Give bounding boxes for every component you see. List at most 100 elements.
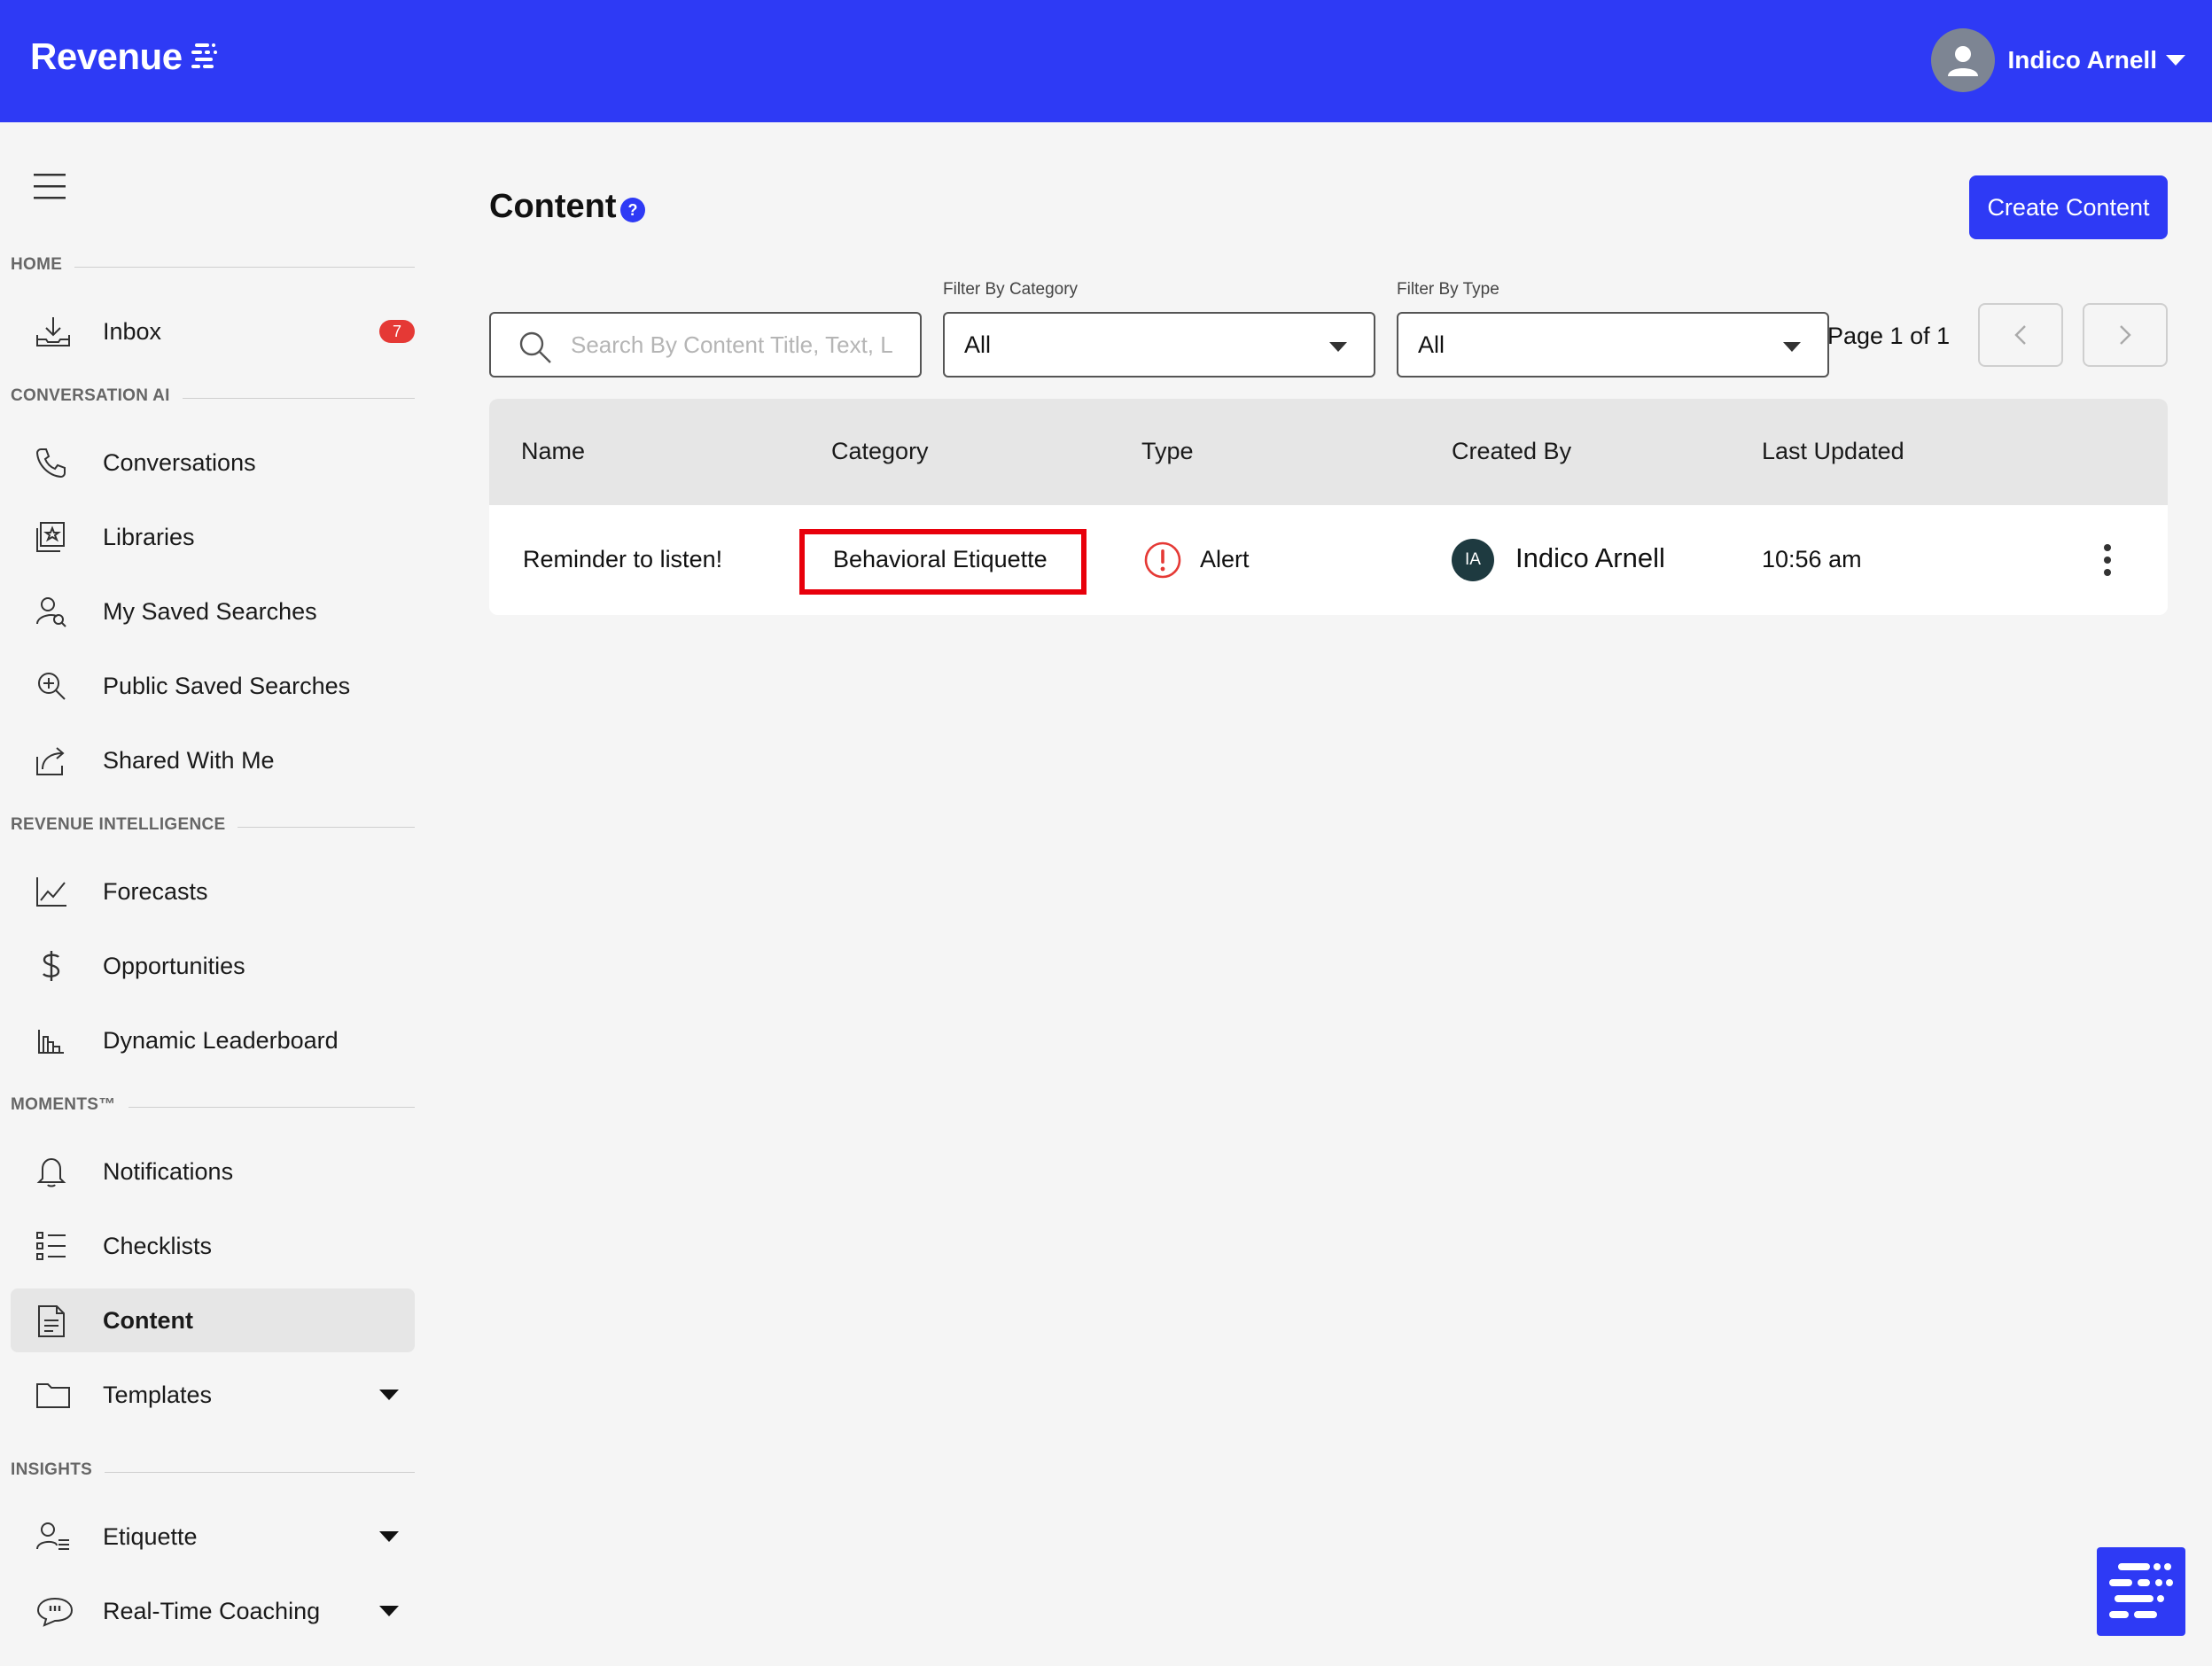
chevron-down-icon[interactable]	[379, 1531, 399, 1542]
help-icon[interactable]: ?	[620, 198, 645, 222]
row-last-updated: 10:56 am	[1762, 546, 1862, 572]
row-type: Alert	[1200, 546, 1250, 572]
sidebar-item-libraries[interactable]: Libraries	[11, 505, 415, 569]
chevron-down-icon	[2166, 55, 2185, 66]
filter-type-value: All	[1418, 331, 1445, 358]
section-revenue-intelligence: REVENUE INTELLIGENCE	[11, 815, 415, 835]
filter-category-label: Filter By Category	[943, 280, 1079, 299]
assistant-launcher-button[interactable]	[2097, 1547, 2185, 1636]
next-page-button[interactable]	[2083, 303, 2168, 367]
brand-name: Revenue	[30, 35, 183, 77]
sidebar-item-label: Real-Time Coaching	[103, 1597, 321, 1624]
sidebar-item-shared-with-me[interactable]: Shared With Me	[11, 728, 415, 792]
more-options-icon[interactable]	[2099, 542, 2116, 578]
sidebar-item-opportunities[interactable]: Opportunities	[11, 934, 415, 998]
chevron-down-icon	[1783, 342, 1801, 352]
sidebar-item-content[interactable]: Content	[11, 1288, 415, 1352]
search-field[interactable]	[489, 312, 922, 378]
dollar-icon	[35, 950, 67, 982]
sidebar-item-label: Libraries	[103, 523, 195, 550]
inbox-icon	[35, 315, 70, 347]
sidebar-item-inbox[interactable]: Inbox 7	[11, 300, 415, 363]
content-table: Name Category Type Created By Last Updat…	[489, 399, 2168, 615]
sidebar-item-public-saved-searches[interactable]: Public Saved Searches	[11, 654, 415, 718]
column-header-last-updated[interactable]: Last Updated	[1762, 438, 1904, 465]
page-title: Content	[489, 188, 617, 225]
chevron-down-icon	[1329, 342, 1347, 352]
filter-type-select[interactable]: All	[1397, 312, 1829, 378]
chevron-down-icon[interactable]	[379, 1606, 399, 1616]
sidebar-item-label: Shared With Me	[103, 746, 275, 774]
sidebar-item-real-time-coaching[interactable]: Real-Time Coaching	[11, 1579, 415, 1643]
row-category: Behavioral Etiquette	[833, 546, 1048, 572]
user-lines-icon	[35, 1521, 69, 1553]
sidebar-item-templates[interactable]: Templates	[11, 1363, 415, 1427]
checklist-icon	[35, 1230, 67, 1262]
creator-avatar: IA	[1452, 539, 1494, 581]
brand-mark-icon	[191, 42, 220, 72]
row-name[interactable]: Reminder to listen!	[523, 546, 722, 573]
section-conversation-ai: CONVERSATION AI	[11, 386, 415, 406]
table-row[interactable]: Reminder to listen! Behavioral Etiquette…	[489, 505, 2168, 615]
search-input[interactable]	[571, 326, 907, 363]
chevron-right-icon	[2119, 324, 2131, 346]
sidebar-item-dynamic-leaderboard[interactable]: Dynamic Leaderboard	[11, 1008, 415, 1072]
line-chart-icon	[35, 876, 67, 907]
section-home: HOME	[11, 255, 415, 275]
document-icon	[35, 1304, 67, 1337]
top-bar: Revenue Indico Arnell	[0, 0, 2212, 122]
sidebar-item-conversations[interactable]: Conversations	[11, 431, 415, 494]
bar-chart-icon	[35, 1024, 67, 1056]
library-icon	[35, 521, 67, 553]
sidebar-item-label: Etiquette	[103, 1522, 198, 1550]
pagination-text: Page 1 of 1	[1827, 323, 1951, 349]
sidebar-item-label: Conversations	[103, 448, 256, 476]
column-header-type[interactable]: Type	[1141, 438, 1194, 465]
chevron-left-icon	[2014, 324, 2027, 346]
sidebar-item-notifications[interactable]: Notifications	[11, 1140, 415, 1203]
sidebar-item-label: Public Saved Searches	[103, 672, 351, 699]
user-menu[interactable]: Indico Arnell	[1931, 28, 2185, 92]
section-moments: MOMENTS™	[11, 1095, 415, 1115]
phone-icon	[35, 447, 67, 479]
sidebar-item-my-saved-searches[interactable]: My Saved Searches	[11, 580, 415, 643]
sidebar-item-etiquette[interactable]: Etiquette	[11, 1505, 415, 1569]
sidebar-item-checklists[interactable]: Checklists	[11, 1214, 415, 1278]
share-icon	[35, 744, 67, 776]
sidebar-item-label: Dynamic Leaderboard	[103, 1026, 339, 1054]
filter-category-value: All	[964, 331, 992, 358]
sidebar-item-label: Content	[103, 1306, 193, 1334]
sidebar-item-label: Forecasts	[103, 877, 208, 905]
sidebar-item-label: Inbox	[103, 317, 162, 345]
svg-text:?: ?	[628, 201, 638, 219]
column-header-created-by[interactable]: Created By	[1452, 438, 1571, 465]
filter-category-select[interactable]: All	[943, 312, 1375, 378]
sidebar: HOME Inbox 7 CONVERSATION AI Conversatio…	[0, 122, 425, 1666]
sidebar-item-label: Notifications	[103, 1157, 234, 1185]
sidebar-item-forecasts[interactable]: Forecasts	[11, 860, 415, 923]
sidebar-item-label: My Saved Searches	[103, 597, 317, 625]
folder-icon	[35, 1379, 70, 1411]
sidebar-item-label: Checklists	[103, 1232, 213, 1259]
brand-mark-icon	[2107, 1560, 2175, 1623]
table-header: Name Category Type Created By Last Updat…	[489, 399, 2168, 505]
zoom-plus-icon	[35, 670, 67, 702]
user-avatar-icon	[1931, 28, 1996, 92]
alert-icon	[1143, 541, 1182, 580]
row-created-by: Indico Arnell	[1515, 542, 1665, 573]
user-name: Indico Arnell	[2007, 46, 2157, 74]
user-search-icon	[35, 596, 67, 627]
column-header-name[interactable]: Name	[521, 438, 585, 465]
inbox-count-badge: 7	[379, 320, 415, 343]
chat-bubble-icon	[35, 1595, 74, 1627]
previous-page-button[interactable]	[1978, 303, 2063, 367]
brand-logo[interactable]: Revenue	[30, 35, 220, 78]
chevron-down-icon[interactable]	[379, 1390, 399, 1400]
create-content-button[interactable]: Create Content	[1969, 175, 2168, 239]
sidebar-item-label: Templates	[103, 1381, 213, 1408]
search-icon	[518, 330, 553, 365]
filter-type-label: Filter By Type	[1397, 280, 1499, 299]
sidebar-item-label: Opportunities	[103, 952, 245, 979]
hamburger-menu-icon[interactable]	[34, 174, 66, 200]
column-header-category[interactable]: Category	[831, 438, 929, 465]
